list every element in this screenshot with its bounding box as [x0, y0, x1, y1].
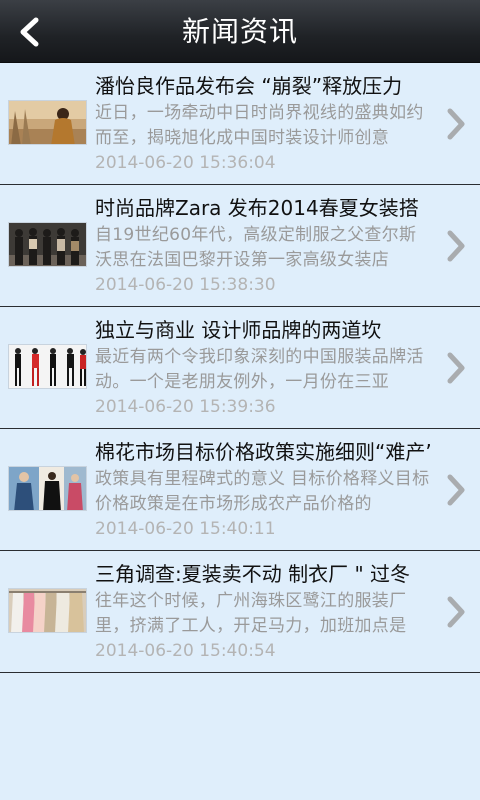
news-thumbnail [8, 344, 87, 389]
news-title: 时尚品牌Zara 发布2014春夏女装搭 [95, 196, 419, 220]
news-time: 2014-06-20 15:40:54 [95, 641, 276, 661]
news-title: 潘怡良作品发布会 “崩裂”释放压力 [95, 74, 403, 98]
news-item[interactable]: 棉花市场目标价格政策实施细则“难产” 政策具有里程碑式的意义 目标价格释义目标价… [0, 429, 480, 551]
chevron-right-icon [447, 474, 465, 506]
news-summary: 政策具有里程碑式的意义 目标价格释义目标价格政策是在市场形成农产品价格的 [95, 469, 430, 514]
news-summary: 最近有两个令我印象深刻的中国服装品牌活动。一个是老朋友例外，一月份在三亚 [95, 347, 424, 392]
chevron-right-icon [447, 108, 465, 140]
news-summary: 近日，一场牵动中日时尚界视线的盛典如约而至，揭晓旭化成中国时装设计师创意 [95, 103, 424, 148]
news-item[interactable]: 潘怡良作品发布会 “崩裂”释放压力 近日，一场牵动中日时尚界视线的盛典如约而至，… [0, 63, 480, 185]
news-item[interactable]: 独立与商业 设计师品牌的两道坎 最近有两个令我印象深刻的中国服装品牌活动。一个是… [0, 307, 480, 429]
news-time: 2014-06-20 15:38:30 [95, 275, 276, 295]
news-time: 2014-06-20 15:40:11 [95, 519, 276, 539]
chevron-right-icon [447, 352, 465, 384]
news-title: 三角调查:夏装卖不动 制衣厂 " 过冬 [95, 562, 411, 586]
chevron-right-icon [447, 596, 465, 628]
news-list: 潘怡良作品发布会 “崩裂”释放压力 近日，一场牵动中日时尚界视线的盛典如约而至，… [0, 63, 480, 673]
news-title: 独立与商业 设计师品牌的两道坎 [95, 318, 382, 342]
news-title: 棉花市场目标价格政策实施细则“难产” [95, 440, 430, 464]
news-thumbnail [8, 588, 87, 633]
news-thumbnail [8, 100, 87, 145]
news-item[interactable]: 时尚品牌Zara 发布2014春夏女装搭 自19世纪60年代，高级定制服之父查尔… [0, 185, 480, 307]
news-summary: 往年这个时候，广州海珠区鹭江的服装厂里，挤满了工人，开足马力，加班加点是 [95, 591, 407, 636]
news-time: 2014-06-20 15:36:04 [95, 153, 276, 173]
chevron-right-icon [447, 230, 465, 262]
news-summary: 自19世纪60年代，高级定制服之父查尔斯沃思在法国巴黎开设第一家高级女装店 [95, 225, 417, 270]
news-thumbnail [8, 222, 87, 267]
news-item[interactable]: 三角调查:夏装卖不动 制衣厂 " 过冬 往年这个时候，广州海珠区鹭江的服装厂里，… [0, 551, 480, 673]
app-header: 新闻资讯 [0, 0, 480, 63]
news-time: 2014-06-20 15:39:36 [95, 397, 276, 417]
page-title: 新闻资讯 [181, 15, 298, 48]
news-thumbnail [8, 466, 87, 511]
